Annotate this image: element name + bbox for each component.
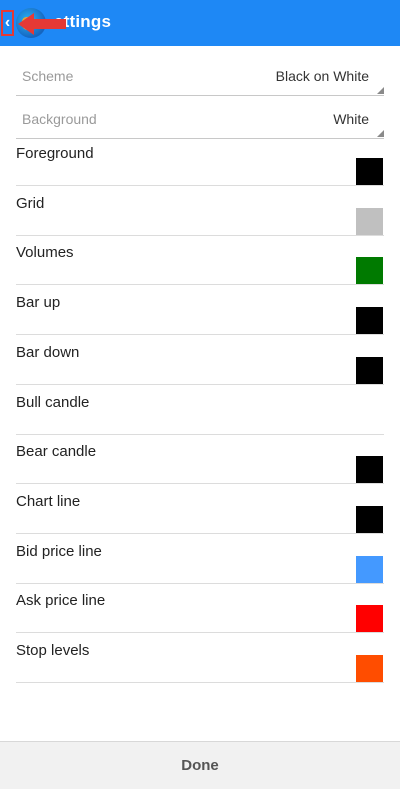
color-swatch[interactable] xyxy=(356,257,383,285)
color-swatch[interactable] xyxy=(356,555,383,583)
color-row[interactable]: Bull candle xyxy=(16,385,384,435)
chevron-left-icon: ‹ xyxy=(4,14,11,31)
dropdown-corner-icon xyxy=(377,87,384,94)
color-row[interactable]: Stop levels xyxy=(16,633,384,683)
color-swatch[interactable] xyxy=(356,406,383,434)
background-label: Background xyxy=(22,110,97,127)
app-bar: ‹ ettings xyxy=(0,0,400,46)
color-row-label: Bar up xyxy=(16,294,61,312)
color-swatch[interactable] xyxy=(356,456,383,484)
scheme-select[interactable]: Scheme Black on White xyxy=(16,56,384,96)
footer-bar: Done xyxy=(0,741,400,789)
scheme-label: Scheme xyxy=(22,67,74,84)
color-row-label: Chart line xyxy=(16,492,81,510)
background-value: White xyxy=(333,110,369,127)
done-button[interactable]: Done xyxy=(181,757,219,774)
color-swatch[interactable] xyxy=(356,207,383,235)
color-row[interactable]: Bear candle xyxy=(16,434,384,485)
color-row[interactable]: Chart line xyxy=(16,484,384,534)
color-row-label: Bid price line xyxy=(16,542,102,560)
color-row[interactable]: Bar down xyxy=(16,335,384,385)
color-row[interactable]: Foreground xyxy=(16,136,384,186)
color-row[interactable]: Ask price line xyxy=(16,583,384,634)
back-button[interactable]: ‹ xyxy=(1,10,14,36)
color-row[interactable]: Bar up xyxy=(16,285,384,336)
color-swatch[interactable] xyxy=(356,356,383,384)
color-swatch[interactable] xyxy=(356,655,383,682)
color-row-label: Foreground xyxy=(16,145,94,162)
color-row[interactable]: Bid price line xyxy=(16,534,384,584)
color-row-label: Bear candle xyxy=(16,443,97,461)
color-row-label: Grid xyxy=(16,194,45,212)
color-swatch[interactable] xyxy=(356,158,383,185)
color-row-label: Bar down xyxy=(16,343,80,361)
scheme-value: Black on White xyxy=(275,67,369,84)
color-swatch[interactable] xyxy=(356,605,383,633)
annotation-arrow-icon xyxy=(18,13,66,35)
background-select[interactable]: Background White xyxy=(16,99,384,139)
color-row-label: Ask price line xyxy=(16,592,106,610)
color-row[interactable]: Volumes xyxy=(16,235,384,286)
color-row-label: Stop levels xyxy=(16,642,90,659)
color-swatch[interactable] xyxy=(356,307,383,335)
color-row[interactable]: Grid xyxy=(16,186,384,236)
color-row-label: Bull candle xyxy=(16,393,90,411)
color-row-label: Volumes xyxy=(16,244,74,262)
color-swatch[interactable] xyxy=(356,505,383,533)
